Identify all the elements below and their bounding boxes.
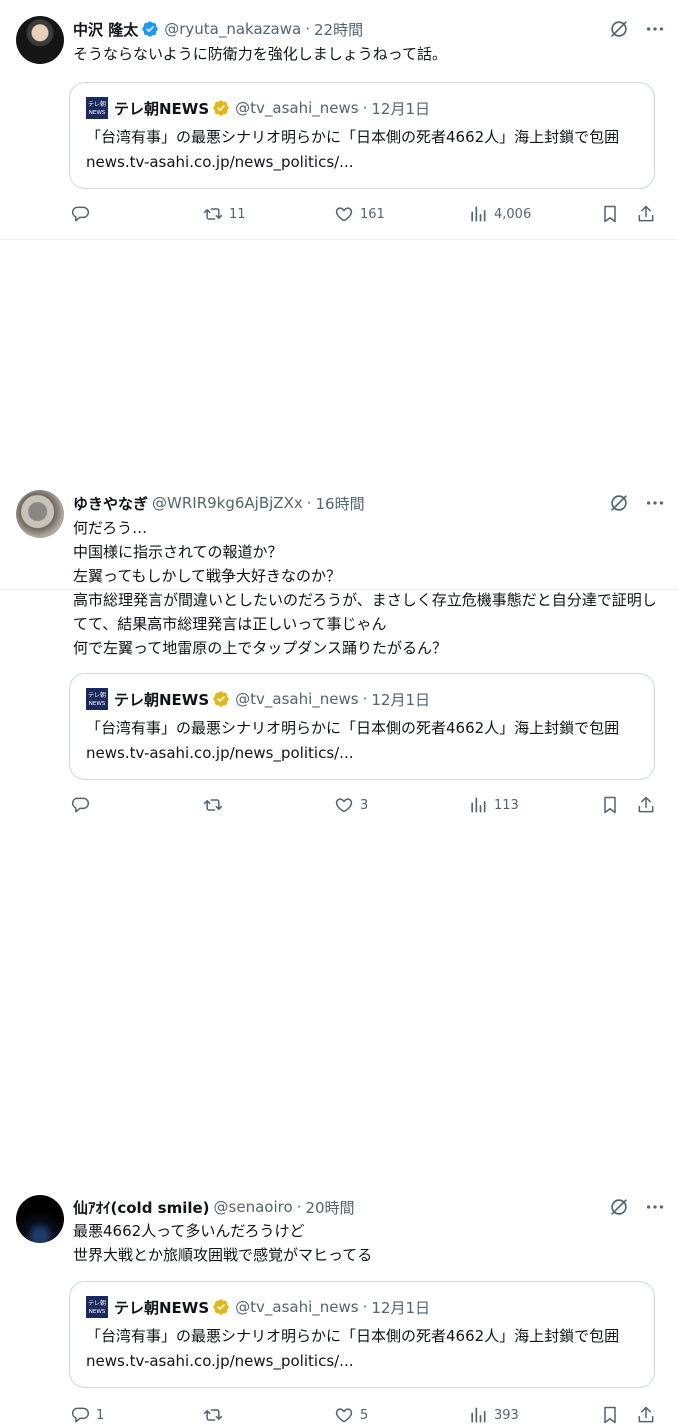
like-button[interactable]: 5 — [334, 1403, 368, 1427]
retweet-button[interactable]: 11 — [203, 202, 246, 226]
tweet-actions: 1 5 393 — [70, 1403, 658, 1427]
quoted-text: 「台湾有事」の最悪シナリオ明らかに「日本側の死者4662人」海上封鎖で包囲 ne… — [86, 1327, 620, 1370]
tweet[interactable]: 中沢 隆太 @ryuta_nakazawa · 22時間 そうならないように防衛… — [0, 0, 678, 240]
view-count: 4,006 — [494, 206, 532, 222]
views-button[interactable]: 393 — [468, 1403, 519, 1427]
reply-icon — [71, 206, 90, 222]
timestamp[interactable]: 22時間 — [314, 19, 363, 40]
quoted-timestamp: 12月1日 — [371, 99, 431, 118]
separator-dot: · — [362, 1298, 368, 1316]
share-button[interactable] — [636, 202, 656, 226]
quoted-timestamp: 12月1日 — [371, 1298, 431, 1317]
verified-gold-badge-icon — [213, 1299, 229, 1315]
bookmark-button[interactable] — [600, 202, 620, 226]
heart-icon — [335, 1408, 353, 1423]
quoted-author-handle: @tv_asahi_news — [235, 1298, 359, 1316]
grok-icon[interactable] — [608, 1196, 630, 1218]
author-name[interactable]: 仙ｱｵｲ(cold smile) — [73, 1197, 210, 1218]
separator-dot: · — [306, 494, 312, 512]
author-handle[interactable]: @WRIR9kg6AjBjZXx — [152, 494, 303, 512]
more-icon[interactable] — [644, 18, 666, 40]
author-name[interactable]: ゆきやなぎ — [73, 493, 148, 514]
quoted-tweet[interactable]: テレ朝 NEWS テレ朝NEWS @tv_asahi_news · 12月1日 「… — [69, 82, 655, 189]
view-count: 393 — [494, 1407, 519, 1423]
retweet-button[interactable] — [203, 1403, 229, 1427]
svg-text:テレ朝: テレ朝 — [88, 1299, 106, 1307]
quoted-author-handle: @tv_asahi_news — [235, 99, 359, 117]
views-chart-icon — [471, 206, 486, 222]
reply-icon — [71, 1407, 90, 1423]
more-icon[interactable] — [644, 492, 666, 514]
bookmark-button[interactable] — [600, 1403, 620, 1427]
svg-text:NEWS: NEWS — [89, 1309, 106, 1315]
quoted-tweet[interactable]: テレ朝 NEWS テレ朝NEWS @tv_asahi_news · 12月1日 「… — [69, 1281, 655, 1388]
tweet-header: 仙ｱｵｲ(cold smile) @senaoiro · 20時間 — [73, 1195, 355, 1219]
author-name[interactable]: 中沢 隆太 — [73, 19, 138, 40]
more-icon[interactable] — [644, 1196, 666, 1218]
separator-dot: · — [362, 99, 368, 117]
separator-dot: · — [305, 20, 310, 38]
retweet-icon — [203, 208, 223, 220]
tweet-top-actions — [608, 1196, 666, 1218]
like-button[interactable]: 161 — [334, 202, 385, 226]
separator-dot: · — [296, 1198, 302, 1216]
tweet-text: 最悪4662人って多いんだろうけど 世界大戦とか旅順攻囲戦で感覚がマヒってる — [73, 1222, 373, 1264]
quoted-author-name: テレ朝NEWS — [114, 1298, 210, 1317]
quoted-text: 「台湾有事」の最悪シナリオ明らかに「日本側の死者4662人」海上封鎖で包囲 ne… — [86, 128, 620, 171]
timestamp[interactable]: 20時間 — [305, 1197, 354, 1218]
grok-icon[interactable] — [608, 18, 630, 40]
svg-text:NEWS: NEWS — [89, 110, 106, 116]
quoted-author-name: テレ朝NEWS — [114, 99, 210, 118]
verified-badge-icon — [142, 21, 158, 37]
author-handle[interactable]: @ryuta_nakazawa — [164, 20, 301, 38]
tweet-header: 中沢 隆太 @ryuta_nakazawa · 22時間 — [73, 17, 363, 41]
share-icon — [638, 1406, 654, 1423]
avatar[interactable] — [16, 490, 64, 538]
reply-button[interactable] — [70, 202, 96, 226]
retweet-count: 11 — [229, 206, 246, 222]
grok-icon[interactable] — [608, 492, 630, 514]
tweet-top-actions — [608, 18, 666, 40]
tv-asahi-logo-icon: テレ朝 NEWS — [86, 97, 108, 119]
retweet-icon — [203, 1409, 223, 1421]
views-button[interactable]: 4,006 — [468, 202, 531, 226]
avatar[interactable] — [16, 16, 64, 64]
bookmark-icon — [604, 1406, 616, 1424]
tweet[interactable]: ゆきやなぎ @WRIR9kg6AjBjZXx · 16時間 何だろう… 中国様に… — [0, 240, 678, 814]
tv-asahi-logo-icon: テレ朝 NEWS — [86, 1296, 108, 1318]
views-chart-icon — [471, 1407, 486, 1423]
tweet-actions: 11 161 4,006 — [70, 202, 658, 226]
like-count: 161 — [360, 206, 385, 222]
reply-count: 1 — [96, 1407, 105, 1423]
like-count: 5 — [360, 1407, 369, 1423]
share-button[interactable] — [636, 1403, 656, 1427]
tweet-text: そうならないように防衛力を強化しましょうねって話。 — [73, 45, 447, 63]
heart-icon — [335, 207, 353, 222]
avatar[interactable] — [16, 1195, 64, 1243]
svg-text:テレ朝: テレ朝 — [88, 100, 106, 108]
verified-gold-badge-icon — [213, 100, 229, 116]
author-handle[interactable]: @senaoiro — [214, 1198, 293, 1216]
timestamp[interactable]: 16時間 — [316, 493, 365, 514]
share-icon — [638, 205, 654, 222]
tweet-header: ゆきやなぎ @WRIR9kg6AjBjZXx · 16時間 — [73, 491, 365, 515]
reply-button[interactable]: 1 — [70, 1403, 104, 1427]
tweet[interactable]: 仙ｱｵｲ(cold smile) @senaoiro · 20時間 最悪4662… — [0, 590, 678, 1424]
bookmark-icon — [604, 205, 616, 223]
tweet-top-actions — [608, 492, 666, 514]
